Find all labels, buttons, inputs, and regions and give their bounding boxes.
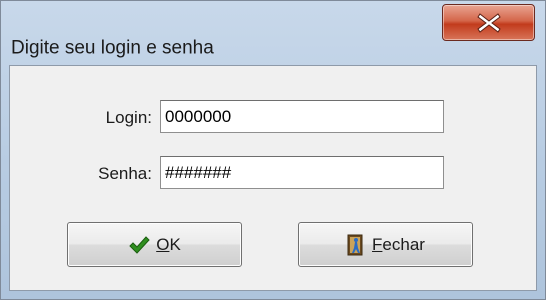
window-close-button[interactable] xyxy=(442,4,535,41)
title-bar[interactable]: Digite seu login e senha xyxy=(1,1,545,58)
close-accelerator: F xyxy=(372,234,383,254)
close-button-label: Fechar xyxy=(372,235,425,255)
ok-label-rest: K xyxy=(169,234,181,254)
close-button[interactable]: Fechar xyxy=(298,222,473,267)
ok-button[interactable]: OK xyxy=(67,222,242,267)
login-dialog: Digite seu login e senha Login: Senha: O… xyxy=(0,0,546,300)
window-title: Digite seu login e senha xyxy=(11,37,214,59)
close-label-rest: echar xyxy=(382,234,425,254)
ok-button-label: OK xyxy=(156,235,181,255)
password-label: Senha: xyxy=(98,164,152,183)
login-input[interactable] xyxy=(160,100,444,133)
close-x-icon xyxy=(476,12,501,33)
dialog-body: Login: Senha: OK Fechar xyxy=(9,65,537,291)
password-input[interactable] xyxy=(160,156,444,189)
door-exit-icon xyxy=(347,234,363,255)
login-label: Login: xyxy=(105,108,152,127)
ok-accelerator: O xyxy=(156,234,170,254)
checkmark-icon xyxy=(129,235,150,254)
